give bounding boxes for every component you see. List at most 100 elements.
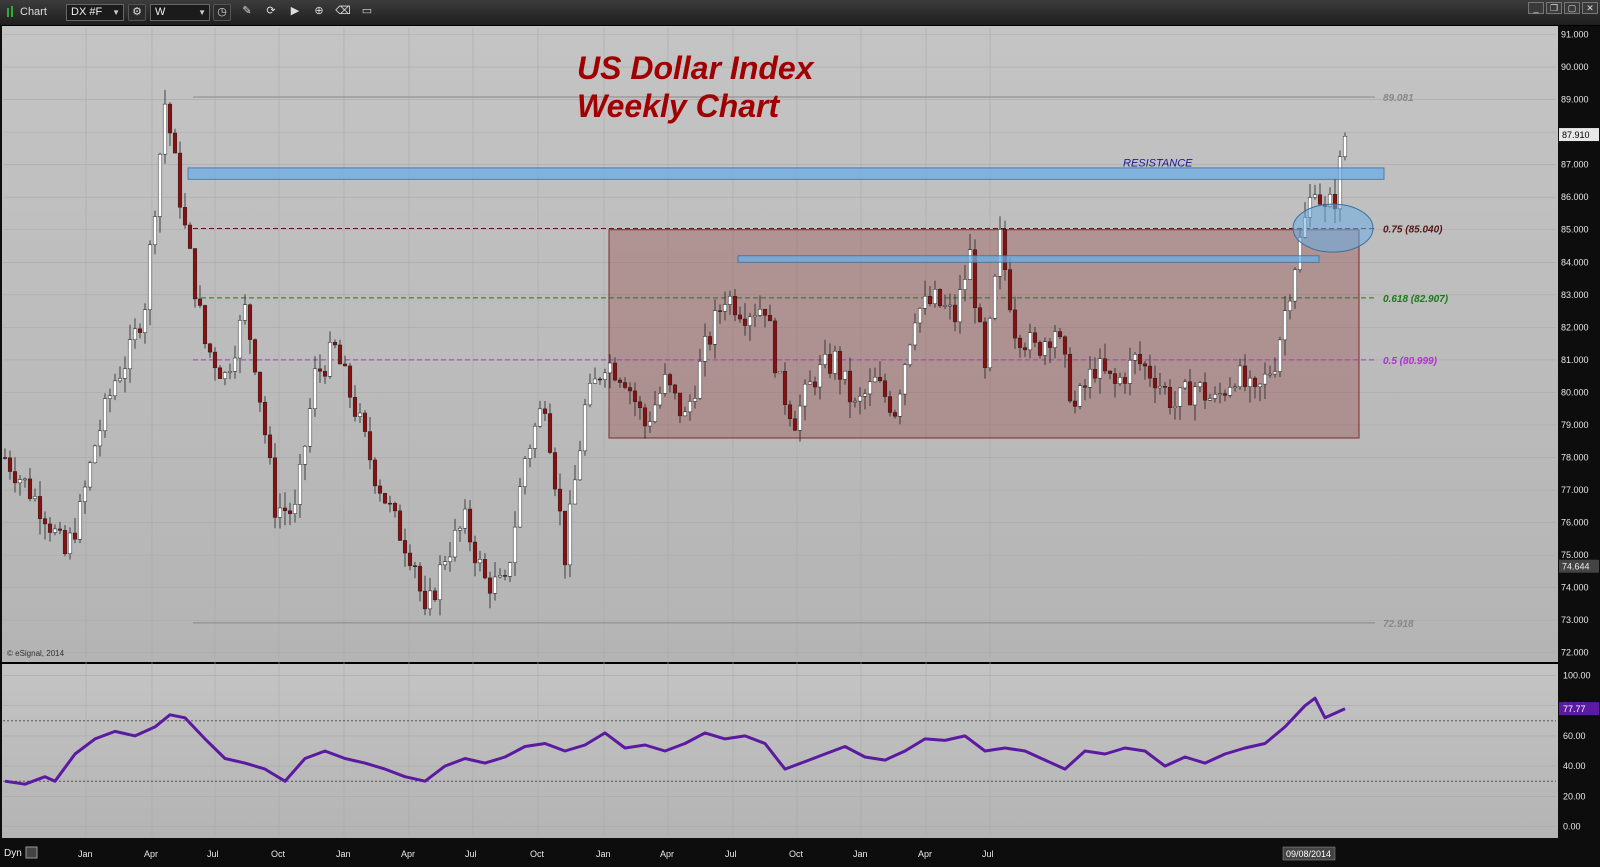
indicator-y-tick: 60.00: [1563, 731, 1586, 741]
zoom-icon[interactable]: ⊕: [310, 4, 328, 21]
x-tick-label: Apr: [144, 849, 158, 859]
candle: [377, 485, 383, 494]
candle: [532, 425, 538, 449]
candle: [862, 393, 868, 397]
candle: [522, 458, 528, 487]
candle: [1012, 309, 1018, 339]
candle: [417, 565, 423, 592]
candle: [1292, 269, 1298, 302]
candle: [1182, 381, 1188, 389]
symbol-input[interactable]: DX #F ▼: [66, 4, 124, 21]
candle: [1187, 381, 1193, 406]
maximize-button[interactable]: ▢: [1564, 2, 1580, 14]
candle: [267, 434, 273, 459]
y-tick-label: 86.000: [1561, 192, 1589, 202]
refresh-icon[interactable]: ⟳: [262, 4, 280, 21]
candle: [232, 357, 238, 372]
close-button[interactable]: ✕: [1582, 2, 1598, 14]
candle: [222, 372, 228, 379]
candle: [272, 457, 278, 518]
price-chart[interactable]: 89.081 0.75 (85.040) 0.618 (82.907) 0.5 (80…: [0, 26, 1600, 867]
candle: [82, 486, 88, 502]
x-tick-label: Oct: [530, 849, 545, 859]
candle: [307, 408, 313, 447]
candle: [707, 336, 713, 345]
candle: [292, 504, 298, 514]
candle: [162, 103, 168, 155]
candle: [917, 308, 923, 324]
candle: [767, 315, 773, 322]
candle: [1102, 358, 1108, 372]
y-tick-label: 84.000: [1561, 257, 1589, 267]
x-tick-label: Jan: [336, 849, 351, 859]
candle: [227, 371, 233, 373]
clock-icon[interactable]: ◷: [213, 4, 231, 21]
y-tick-label: 89.000: [1561, 95, 1589, 105]
candle: [1092, 369, 1098, 379]
play-icon[interactable]: ▶: [286, 4, 304, 21]
y-tick-label: 73.000: [1561, 615, 1589, 625]
candle: [567, 503, 573, 566]
candle: [702, 336, 708, 362]
candle: [692, 398, 698, 402]
candle: [1152, 377, 1158, 389]
candle: [397, 510, 403, 541]
candle: [947, 304, 953, 307]
candle: [212, 351, 218, 369]
candle: [372, 459, 378, 487]
interval-select[interactable]: W ▼: [150, 4, 210, 21]
candle: [572, 479, 578, 505]
restore-button[interactable]: ❐: [1546, 2, 1562, 14]
candle: [1017, 337, 1023, 348]
eraser-icon[interactable]: ⌫: [334, 4, 352, 21]
candle: [132, 328, 138, 340]
level-label: 0.5 (80.999): [1383, 356, 1438, 367]
y-tick-label: 77.000: [1561, 485, 1589, 495]
chart-icon: [6, 5, 16, 19]
candle: [432, 590, 438, 601]
settings-icon[interactable]: ⚙: [128, 4, 146, 21]
indicator-y-tick: 100.00: [1563, 671, 1591, 681]
minimize-button[interactable]: _: [1528, 2, 1544, 14]
candle: [152, 216, 158, 246]
y-tick-label: 85.000: [1561, 225, 1589, 235]
candle: [1097, 358, 1103, 379]
indicator-y-tick: 40.00: [1563, 761, 1586, 771]
candle: [387, 502, 393, 505]
chevron-down-icon: ▼: [198, 8, 206, 17]
candle: [1007, 269, 1013, 311]
candle: [1207, 398, 1213, 401]
candle: [262, 401, 268, 436]
candle: [332, 342, 338, 346]
candle: [937, 289, 943, 307]
window-icon[interactable]: ▭: [358, 4, 376, 21]
resistance-label: RESISTANCE: [1123, 157, 1193, 169]
dyn-toggle-icon[interactable]: [25, 846, 38, 859]
candle: [1067, 353, 1073, 402]
pencil-icon[interactable]: ✎: [238, 4, 256, 21]
dyn-label[interactable]: Dyn: [4, 848, 22, 859]
y-tick-label: 83.000: [1561, 290, 1589, 300]
candle: [237, 320, 243, 359]
candle: [12, 471, 18, 484]
candle: [777, 371, 783, 374]
candle: [477, 559, 483, 564]
candle: [647, 421, 653, 427]
candle: [1037, 342, 1043, 356]
candle: [167, 103, 173, 134]
candle: [797, 405, 803, 431]
candle: [87, 462, 93, 488]
candle: [1032, 332, 1038, 343]
resistance-band: [187, 167, 1385, 180]
candle: [1237, 365, 1243, 388]
symbol-value: DX #F: [71, 6, 103, 18]
candle: [122, 368, 128, 379]
candle: [492, 576, 498, 594]
candle: [1252, 377, 1258, 388]
candle: [42, 518, 48, 525]
inner-resistance-band: [737, 255, 1320, 263]
candle: [772, 320, 778, 374]
candle: [347, 365, 353, 398]
candle: [322, 371, 328, 377]
y-tick-label: 72.000: [1561, 648, 1589, 658]
